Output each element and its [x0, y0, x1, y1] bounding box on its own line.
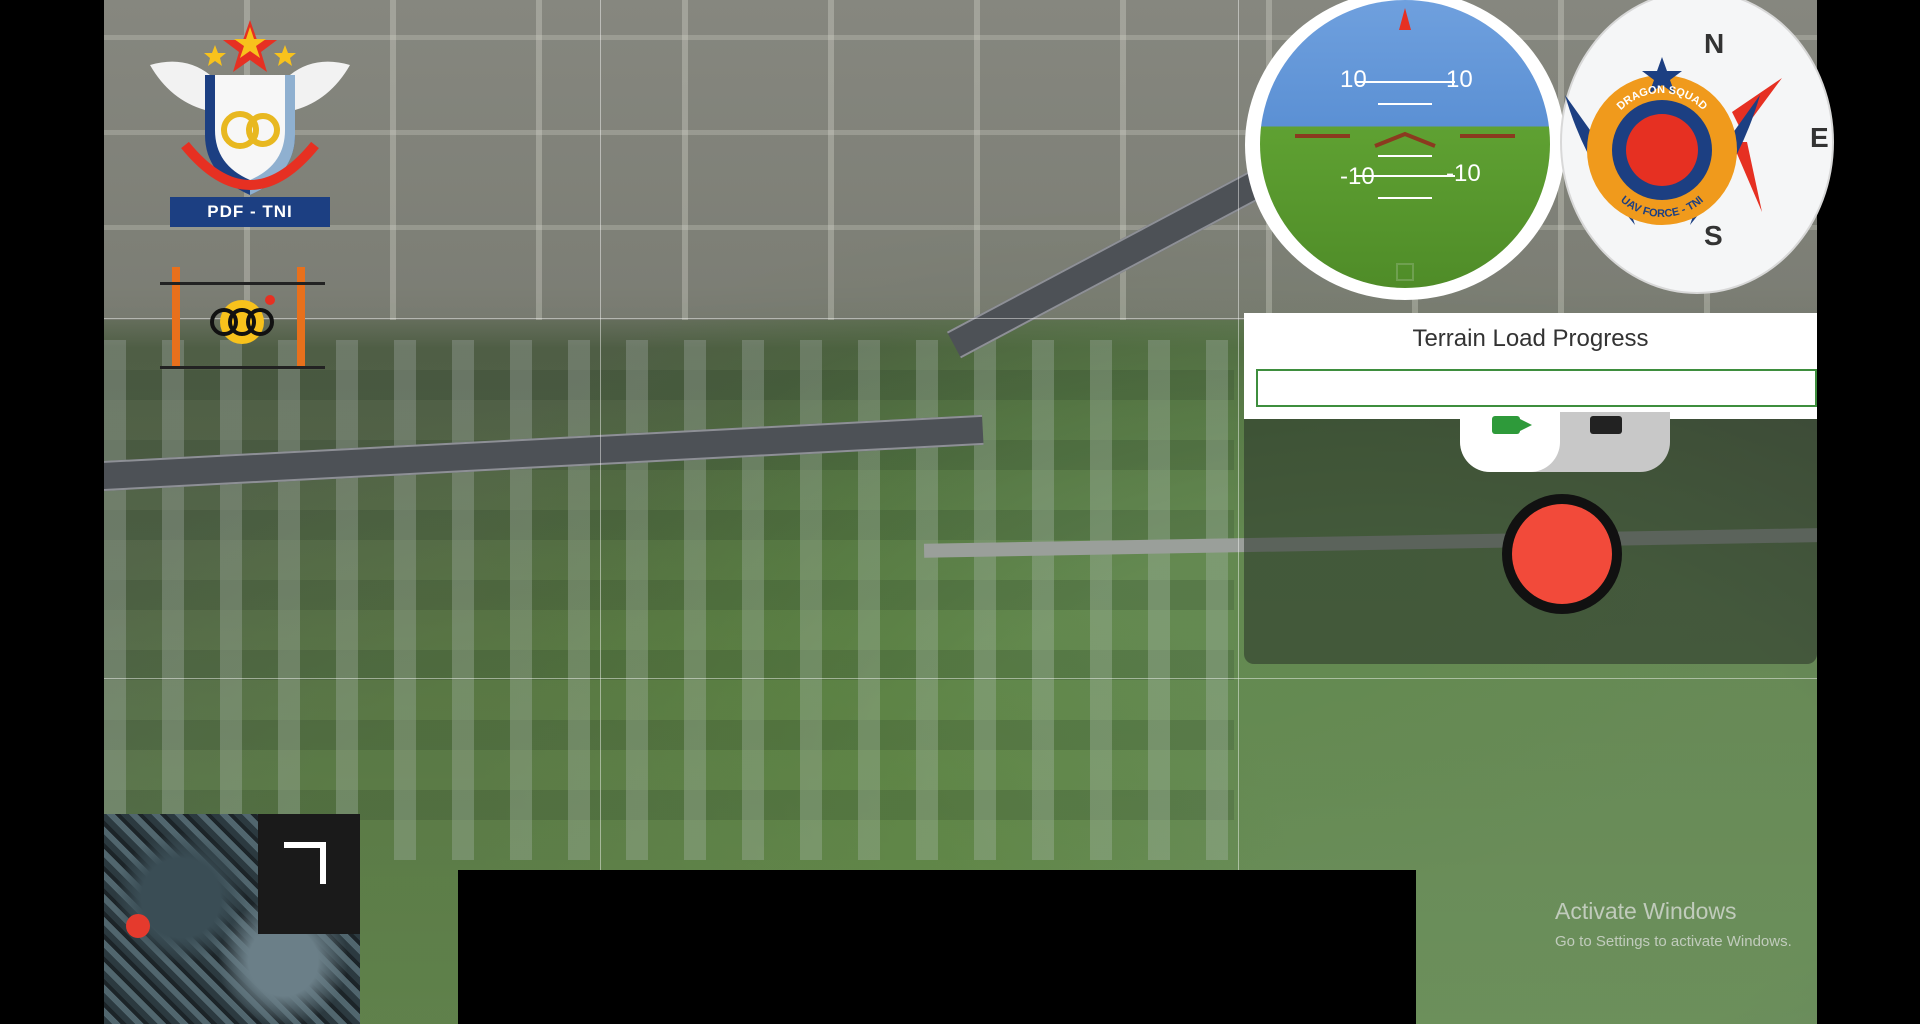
attitude-indicator: 10 10 -10 -10 — [1260, 0, 1550, 288]
pitch-label: 10 — [1340, 66, 1367, 93]
terrain-load-title: Terrain Load Progress — [1412, 325, 1649, 352]
record-icon — [1512, 504, 1612, 604]
video-mode-button[interactable] — [1460, 412, 1560, 472]
photo-camera-icon[interactable] — [1590, 416, 1622, 434]
location-marker-icon — [126, 914, 150, 938]
wing-left — [150, 61, 210, 110]
wing-right — [290, 61, 350, 110]
video-camera-icon — [1492, 416, 1532, 434]
village-rooftops — [104, 340, 1234, 860]
minimap[interactable] — [104, 814, 360, 1024]
redaction-box — [458, 870, 1416, 1024]
aircraft-symbol-icon — [1374, 131, 1436, 148]
roll-pointer-icon — [1399, 8, 1411, 30]
watermark-title: Activate Windows — [1555, 898, 1737, 924]
terrain-load-panel: Terrain Load Progress — [1244, 313, 1817, 419]
pitch-label: -10 — [1340, 163, 1375, 190]
left-letterbox — [0, 0, 104, 1024]
pitch-label: -10 — [1446, 160, 1481, 187]
dragon-squad-badge: DRAGON SQUAD UAV FORCE - TNI — [1565, 57, 1760, 225]
pitch-label: 10 — [1446, 66, 1473, 93]
windows-activation-watermark: Activate Windows Go to Settings to activ… — [1555, 898, 1792, 950]
terrain-progress-bar — [1256, 369, 1817, 407]
camera-mode-toggle[interactable] — [1460, 412, 1670, 472]
logo-banner: PDF - TNI — [170, 197, 330, 227]
grid-line-horizontal — [104, 678, 1817, 679]
dragon-icon — [1626, 114, 1698, 186]
watermark-subtitle: Go to Settings to activate Windows. — [1555, 933, 1792, 950]
gate-emblem — [160, 267, 325, 369]
record-button[interactable] — [1502, 494, 1622, 614]
expand-corner-icon[interactable] — [284, 842, 326, 884]
